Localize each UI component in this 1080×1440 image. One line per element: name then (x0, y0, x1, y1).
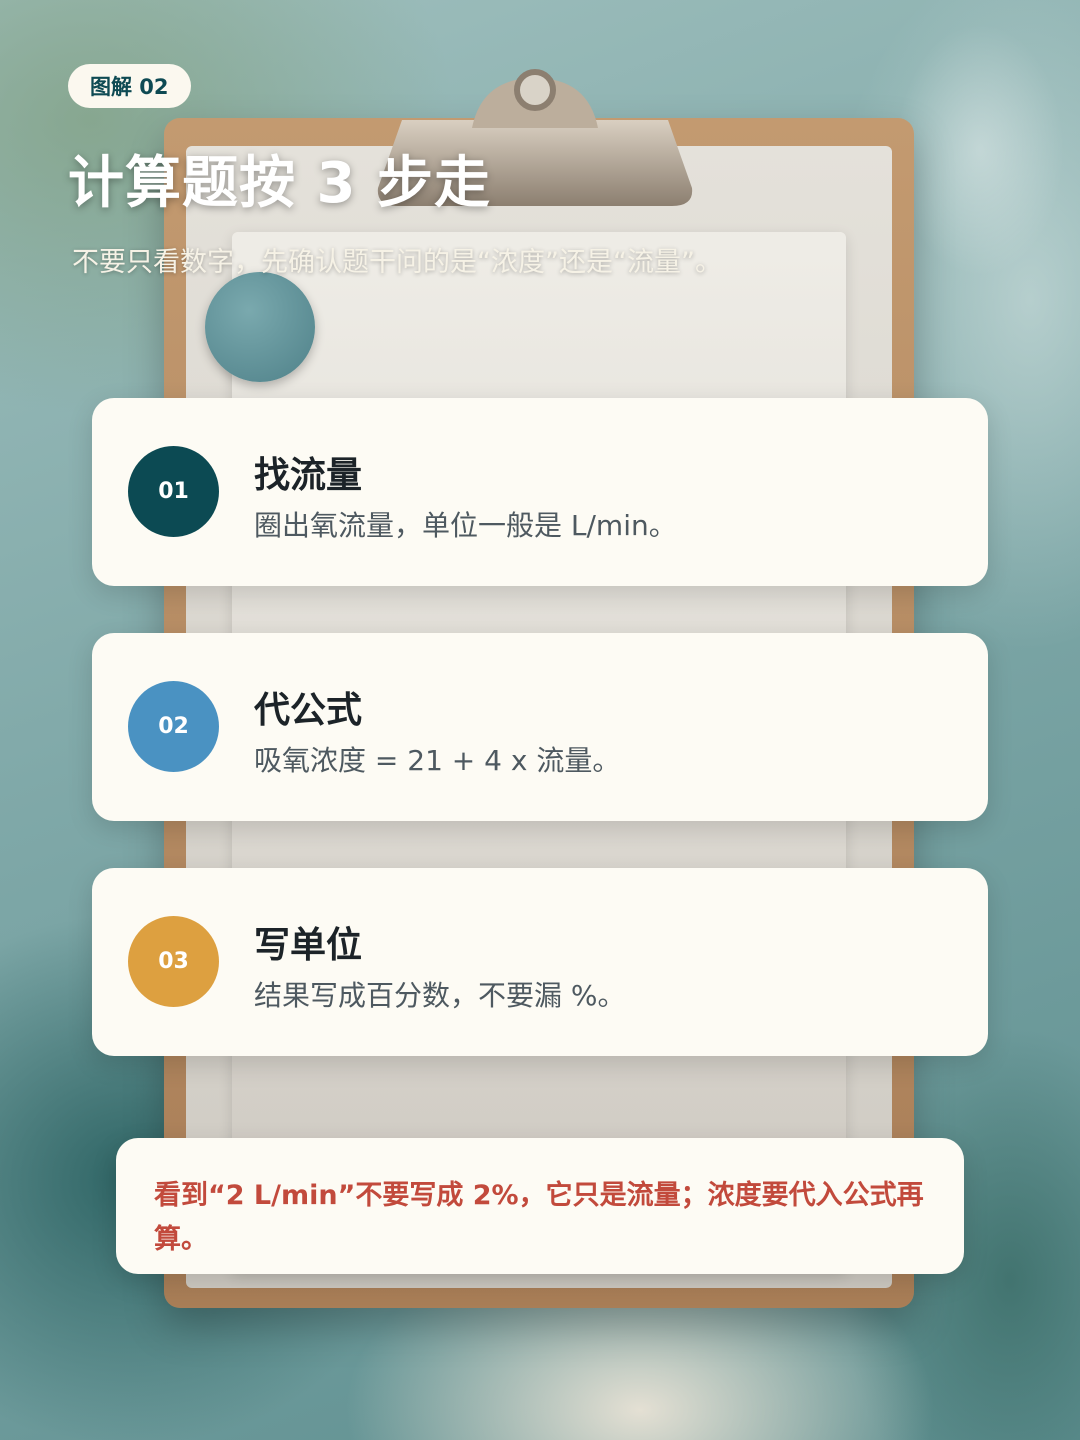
step-number-badge: 03 (128, 916, 219, 1007)
step-number-badge: 01 (128, 446, 219, 537)
step-description: 圈出氧流量，单位一般是 L/min。 (254, 509, 677, 542)
step-description: 结果写成百分数，不要漏 %。 (254, 979, 626, 1012)
step-title: 写单位 (254, 925, 363, 966)
warning-note-text: 看到“2 L/min”不要写成 2%，它只是流量；浓度要代入公式再算。 (154, 1180, 924, 1255)
step-card-3: 03 写单位 结果写成百分数，不要漏 %。 (92, 868, 988, 1056)
page-title: 计算题按 3 步走 (68, 151, 491, 216)
badge-label: 图解 02 (90, 75, 169, 99)
page-subtitle: 不要只看数字，先确认题干问的是“浓度”还是“流量”。 (72, 247, 722, 278)
step-title: 代公式 (254, 690, 363, 731)
section-badge: 图解 02 (68, 64, 191, 108)
content-layer: 图解 02 计算题按 3 步走 不要只看数字，先确认题干问的是“浓度”还是“流量… (0, 0, 1080, 1440)
step-description: 吸氧浓度 = 21 + 4 x 流量。 (254, 744, 621, 777)
step-number-badge: 02 (128, 681, 219, 772)
step-card-1: 01 找流量 圈出氧流量，单位一般是 L/min。 (92, 398, 988, 586)
step-title: 找流量 (254, 455, 363, 496)
warning-note: 看到“2 L/min”不要写成 2%，它只是流量；浓度要代入公式再算。 (116, 1138, 964, 1274)
step-card-2: 02 代公式 吸氧浓度 = 21 + 4 x 流量。 (92, 633, 988, 821)
